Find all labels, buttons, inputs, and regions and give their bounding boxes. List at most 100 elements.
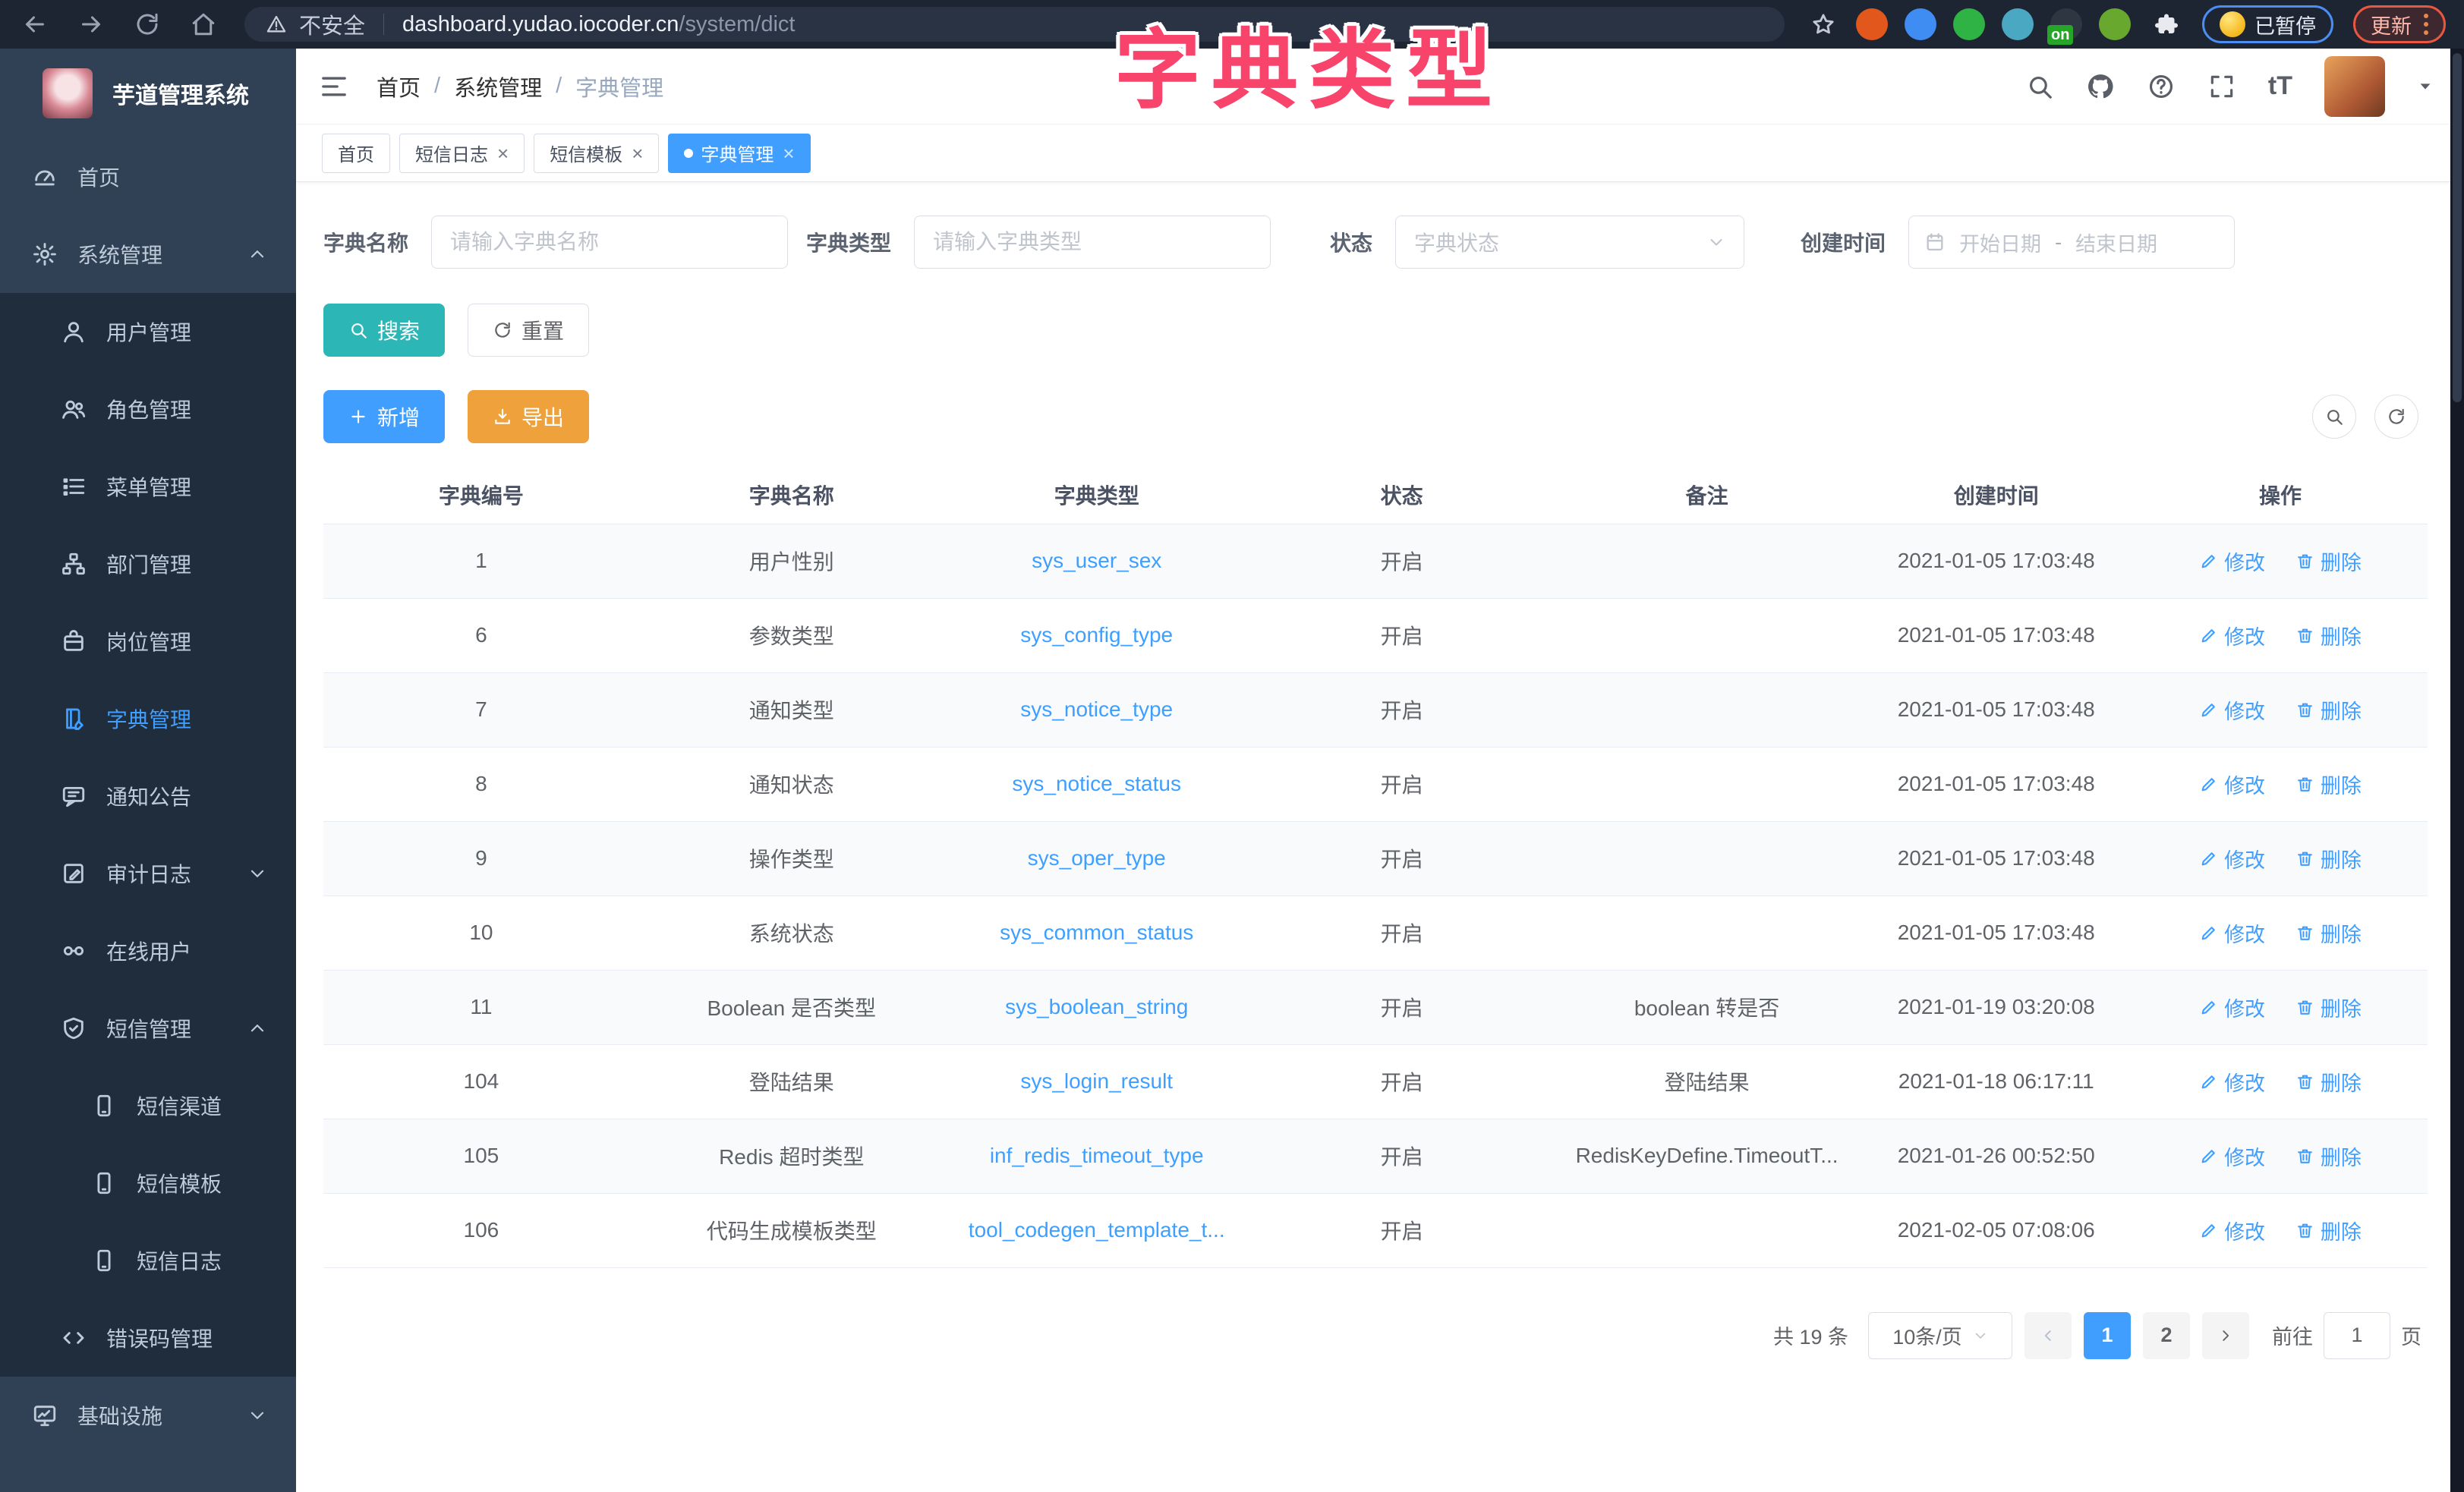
dict-name-input[interactable]	[431, 216, 788, 269]
tab[interactable]: 首页 ×	[322, 134, 390, 173]
sidebar-item[interactable]: 短信管理	[0, 990, 296, 1067]
delete-link[interactable]: 删除	[2295, 993, 2362, 1022]
export-button[interactable]: 导出	[468, 390, 589, 443]
dict-type-input[interactable]	[914, 216, 1271, 269]
delete-link[interactable]: 删除	[2295, 1141, 2362, 1171]
edit-link[interactable]: 修改	[2199, 621, 2265, 650]
show-search-button[interactable]	[2312, 395, 2356, 439]
add-button[interactable]: 新增	[323, 390, 445, 443]
tab[interactable]: 字典管理 ×	[668, 134, 810, 173]
delete-link[interactable]: 删除	[2295, 695, 2362, 725]
sidebar-item[interactable]: 首页	[0, 138, 296, 216]
search-button[interactable]: 搜索	[323, 304, 445, 357]
app-logo-row[interactable]: 芋道管理系统	[0, 49, 296, 138]
edit-link[interactable]: 修改	[2199, 1141, 2265, 1171]
close-icon[interactable]: ×	[497, 143, 509, 163]
sidebar-item[interactable]: 错误码管理	[0, 1299, 296, 1377]
update-button[interactable]: 更新	[2353, 5, 2446, 43]
extension-icon[interactable]	[1856, 8, 1888, 40]
breadcrumb-home[interactable]: 首页	[377, 71, 421, 102]
sidebar-item[interactable]: 短信模板	[0, 1144, 296, 1222]
tab[interactable]: 短信日志 ×	[399, 134, 525, 173]
next-page-button[interactable]	[2202, 1312, 2249, 1359]
cell-type-link[interactable]: sys_notice_type	[944, 672, 1249, 747]
extension-icon[interactable]: on	[2050, 8, 2082, 40]
goto-page-input[interactable]	[2324, 1312, 2390, 1359]
delete-link[interactable]: 删除	[2295, 770, 2362, 799]
breadcrumb-system[interactable]: 系统管理	[454, 71, 542, 102]
extensions-puzzle-icon[interactable]	[2150, 8, 2182, 40]
cell-status: 开启	[1249, 970, 1555, 1044]
edit-link[interactable]: 修改	[2199, 844, 2265, 873]
delete-link[interactable]: 删除	[2295, 621, 2362, 650]
date-range-picker[interactable]: 开始日期 - 结束日期	[1908, 216, 2235, 269]
edit-link[interactable]: 修改	[2199, 695, 2265, 725]
help-icon[interactable]	[2147, 72, 2176, 101]
home-icon[interactable]	[190, 11, 217, 38]
scrollbar-thumb[interactable]	[2453, 53, 2462, 402]
github-icon[interactable]	[2086, 72, 2115, 101]
close-icon[interactable]: ×	[632, 143, 643, 163]
delete-link[interactable]: 删除	[2295, 918, 2362, 948]
forward-icon[interactable]	[77, 11, 105, 38]
prev-page-button[interactable]	[2024, 1312, 2072, 1359]
sidebar-item[interactable]: 通知公告	[0, 757, 296, 835]
caret-down-icon[interactable]	[2417, 78, 2434, 95]
edit-link[interactable]: 修改	[2199, 993, 2265, 1022]
address-bar[interactable]: 不安全 dashboard.yudao.iocoder.cn/system/di…	[244, 7, 1785, 42]
reset-button[interactable]: 重置	[468, 304, 589, 357]
bookmark-star-icon[interactable]	[1810, 11, 1836, 37]
cell-type-link[interactable]: sys_common_status	[944, 896, 1249, 970]
delete-link[interactable]: 删除	[2295, 844, 2362, 873]
sidebar-item[interactable]: 部门管理	[0, 525, 296, 603]
browser-menu-icon[interactable]	[2424, 14, 2428, 35]
sidebar-item[interactable]: 系统管理	[0, 216, 296, 293]
page-size-select[interactable]: 10条/页	[1868, 1312, 2012, 1359]
cell-type-link[interactable]: sys_login_result	[944, 1044, 1249, 1119]
sidebar-item[interactable]: 角色管理	[0, 370, 296, 448]
cell-type-link[interactable]: sys_oper_type	[944, 821, 1249, 896]
delete-link[interactable]: 删除	[2295, 546, 2362, 576]
sidebar-item[interactable]: 岗位管理	[0, 603, 296, 680]
paused-pill[interactable]: 已暂停	[2202, 5, 2333, 43]
sidebar-item[interactable]: 短信渠道	[0, 1067, 296, 1144]
cell-type-link[interactable]: sys_config_type	[944, 598, 1249, 672]
edit-link[interactable]: 修改	[2199, 546, 2265, 576]
extension-icon[interactable]	[1905, 8, 1936, 40]
delete-link[interactable]: 删除	[2295, 1067, 2362, 1097]
sidebar-item[interactable]: 用户管理	[0, 293, 296, 370]
edit-link[interactable]: 修改	[2199, 1216, 2265, 1245]
search-icon[interactable]	[2025, 72, 2054, 101]
page-button[interactable]: 1	[2084, 1312, 2131, 1359]
sidebar-item[interactable]: 审计日志	[0, 835, 296, 912]
edit-link[interactable]: 修改	[2199, 1067, 2265, 1097]
sidebar-item[interactable]: 字典管理	[0, 680, 296, 757]
close-icon[interactable]: ×	[783, 143, 794, 163]
edit-link[interactable]: 修改	[2199, 770, 2265, 799]
tab[interactable]: 短信模板 ×	[534, 134, 659, 173]
edit-link[interactable]: 修改	[2199, 918, 2265, 948]
cell-type-link[interactable]: sys_user_sex	[944, 524, 1249, 598]
hamburger-icon[interactable]	[319, 71, 349, 102]
cell-type-link[interactable]: sys_notice_status	[944, 747, 1249, 821]
reload-icon[interactable]	[134, 11, 161, 38]
back-icon[interactable]	[21, 11, 49, 38]
sidebar-item[interactable]: 短信日志	[0, 1222, 296, 1299]
font-size-icon[interactable]: tT	[2268, 71, 2292, 101]
avatar[interactable]	[2324, 56, 2385, 117]
extension-icon[interactable]	[1953, 8, 1985, 40]
cell-type-link[interactable]: sys_boolean_string	[944, 970, 1249, 1044]
extension-icon[interactable]	[2099, 8, 2131, 40]
status-select[interactable]: 字典状态	[1395, 216, 1744, 269]
extension-icon[interactable]	[2002, 8, 2034, 40]
cell-type-link[interactable]: tool_codegen_template_t...	[944, 1193, 1249, 1267]
cell-type-link[interactable]: inf_redis_timeout_type	[944, 1119, 1249, 1193]
refresh-table-button[interactable]	[2374, 395, 2418, 439]
sidebar-item[interactable]: 菜单管理	[0, 448, 296, 525]
sidebar-item[interactable]: 在线用户	[0, 912, 296, 990]
sidebar-item[interactable]: 基础设施	[0, 1377, 296, 1454]
fullscreen-icon[interactable]	[2207, 72, 2236, 101]
page-button[interactable]: 2	[2143, 1312, 2190, 1359]
scrollbar[interactable]	[2450, 49, 2464, 1492]
delete-link[interactable]: 删除	[2295, 1216, 2362, 1245]
